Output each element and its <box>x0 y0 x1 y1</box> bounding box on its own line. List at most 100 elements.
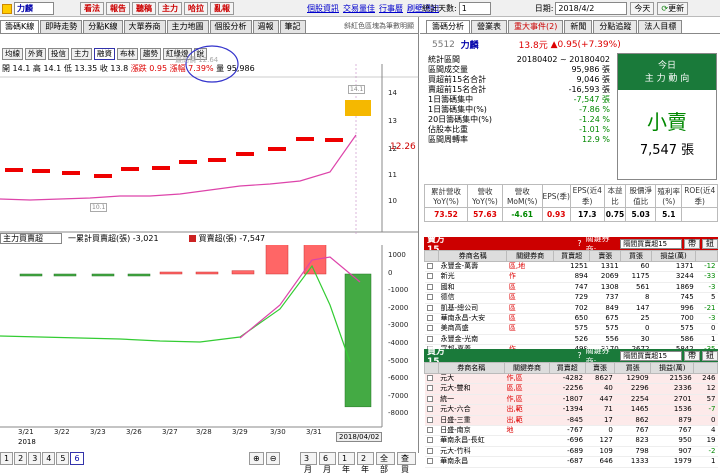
volume-tick-9: -8000 <box>388 409 409 418</box>
page-button-1[interactable]: 2 <box>14 452 28 465</box>
buy-nav-button[interactable]: 鈕 <box>702 350 718 361</box>
buy-row[interactable]: 華南永昌 -687 646 1333 1979 1 <box>424 456 718 468</box>
buy-row[interactable]: 元大-六合 出,範 -1394 71 1465 1536 -7 <box>424 404 718 416</box>
top-button-2[interactable]: 聽稿 <box>132 2 156 15</box>
range-button-3[interactable]: 2年 <box>357 452 374 474</box>
refresh-button[interactable]: ⟳更新 <box>657 2 689 15</box>
count-label: 統計天數: <box>422 4 457 13</box>
buy-filter-select[interactable]: 隔間買賣超15 <box>620 350 682 361</box>
top-toolbar: 力麟 看法 報告 聽稿 主力 哈拉 亂報 個股資訊 交易量佳 行事曆 刷壁通知 統計天數: 1 … <box>0 0 720 17</box>
buy-row[interactable]: 元大-雙和 區,區 -2256 40 2296 2336 12 <box>424 383 718 395</box>
tab-4[interactable]: 主力地圖 <box>166 20 209 33</box>
buy-row[interactable]: 華南永昌-長虹 -696 127 823 950 19 <box>424 435 718 447</box>
sell-checkbox[interactable] <box>426 294 433 301</box>
top-button-5[interactable]: 亂報 <box>210 2 234 15</box>
sell-row[interactable]: 新光作 894 2069 1175 3244 -33 <box>424 271 718 283</box>
buy-row[interactable]: 日盛-三重 出,範 -845 17 862 879 0 <box>424 415 718 427</box>
panel-tab-3[interactable]: 新聞 <box>564 20 593 33</box>
sell-row[interactable]: 永豐金-萬壽 區,地 1251 1311 60 1371 -12 <box>424 261 718 273</box>
sell-cell: 1308 <box>589 282 621 294</box>
sell-checkbox[interactable] <box>426 325 433 332</box>
date-picker[interactable]: 2018/4/2 <box>555 2 628 15</box>
buy-cell: 出,範 <box>504 415 550 427</box>
page-button-0[interactable]: 1 <box>0 452 14 465</box>
top-button-1[interactable]: 報告 <box>106 2 130 15</box>
top-button-3[interactable]: 主力 <box>158 2 182 15</box>
sell-checkbox[interactable] <box>426 283 433 290</box>
buy-checkbox[interactable] <box>426 416 433 423</box>
sell-row[interactable]: 永豐金-光南 526 556 30 586 1 <box>424 334 718 346</box>
buy-row[interactable]: 元大 作,區 -4282 8627 12909 21536 246 <box>424 373 718 385</box>
page-button-4[interactable]: 5 <box>56 452 70 465</box>
indicator-select[interactable]: 主力買賣超 <box>0 233 62 244</box>
top-button-4[interactable]: 哈拉 <box>184 2 208 15</box>
stock-selector[interactable]: 力麟 <box>2 2 54 15</box>
sell-help-icon[interactable]: ? <box>577 239 581 248</box>
tab-7[interactable]: 筆記 <box>279 20 306 33</box>
net-buy-chart <box>0 245 383 428</box>
buy-checkbox-cell <box>424 425 439 437</box>
panel-tab-4[interactable]: 分點追蹤 <box>593 20 638 33</box>
sell-row[interactable]: 美商高盛區 575 575 0 575 0 <box>424 323 718 335</box>
sell-nav-button[interactable]: 鈕 <box>702 238 718 249</box>
today-amount: 7,547 張 <box>639 143 695 158</box>
sell-checkbox[interactable] <box>426 335 433 342</box>
buy-checkbox[interactable] <box>426 385 433 392</box>
stock-name-field[interactable]: 力麟 <box>14 2 54 15</box>
panel-tab-0[interactable]: 籌碼分析 <box>426 20 470 33</box>
top-button-0[interactable]: 看法 <box>80 2 104 15</box>
top-link-0[interactable]: 個股資訊 <box>307 3 339 14</box>
buy-cell: 2336 <box>650 383 694 395</box>
count-select[interactable]: 1 <box>458 2 491 15</box>
buy-checkbox[interactable] <box>426 427 433 434</box>
sell-go-button[interactable]: 帶 <box>684 238 700 249</box>
buy-row[interactable]: 元大-竹科 -689 109 798 907 -2 <box>424 446 718 458</box>
zoom-in-icon[interactable]: ⊕ <box>249 452 264 465</box>
zoom-out-icon[interactable]: ⊖ <box>265 452 281 465</box>
range-button-2[interactable]: 1年 <box>338 452 355 474</box>
page-button-3[interactable]: 4 <box>42 452 56 465</box>
tab-2[interactable]: 分點K線 <box>83 20 123 33</box>
buy-row[interactable]: 日盛-南京地 -767 0 767 767 4 <box>424 425 718 437</box>
buy-checkbox[interactable] <box>426 458 433 465</box>
buy-checkbox[interactable] <box>426 437 433 444</box>
buy-checkbox[interactable] <box>426 406 433 413</box>
sell-checkbox[interactable] <box>426 263 433 269</box>
sell-row[interactable]: 華南永昌-大安區 650 675 25 700 -3 <box>424 313 718 325</box>
page-button-5[interactable]: 6 <box>70 452 84 465</box>
tab-6[interactable]: 週報 <box>252 20 279 33</box>
sell-row[interactable]: 德信區 729 737 8 745 5 <box>424 292 718 304</box>
sell-filter-select[interactable]: 隔間買賣超15 <box>620 238 682 249</box>
sell-checkbox-cell <box>424 323 439 335</box>
buy-checkbox[interactable] <box>426 375 433 381</box>
buy-cell: 0 <box>585 425 615 437</box>
buy-help-icon[interactable]: ? <box>577 351 581 360</box>
tab-0[interactable]: 籌碼K線 <box>0 20 40 33</box>
tab-1[interactable]: 即時走勢 <box>40 20 83 33</box>
range-button-4[interactable]: 全部 <box>376 452 395 474</box>
top-link-1[interactable]: 交易量佳 <box>343 3 375 14</box>
sell-broker-table: 券商名稱 關鍵券商 買賣超 賣張 買張 損益(萬) 永豐金-萬壽 區,地 1251 1311 60 1… <box>423 250 718 356</box>
range-button-1[interactable]: 6月 <box>319 452 336 474</box>
panel-tab-5[interactable]: 法人目標 <box>638 20 683 33</box>
panel-tab-2[interactable]: 重大事件(2) <box>508 20 564 33</box>
sell-checkbox[interactable] <box>426 315 433 322</box>
volume-tick-3: -2000 <box>388 303 409 312</box>
stat-row: 區間成交量 95,986 張 <box>426 65 612 75</box>
sell-row[interactable]: 凱基-總公司區 702 849 147 996 -21 <box>424 303 718 315</box>
top-link-2[interactable]: 行事曆 <box>379 3 403 14</box>
page-button-2[interactable]: 3 <box>28 452 42 465</box>
sell-row[interactable]: 國和區 747 1308 561 1869 -3 <box>424 282 718 294</box>
buy-row[interactable]: 統一 作,區 -1807 447 2254 2701 57 <box>424 394 718 406</box>
buy-cell: 246 <box>693 373 718 385</box>
panel-tab-1[interactable]: 營業表 <box>471 20 507 33</box>
tab-5[interactable]: 個股分析 <box>209 20 252 33</box>
today-button[interactable]: 今天 <box>630 2 655 15</box>
buy-checkbox[interactable] <box>426 395 433 402</box>
range-button-0[interactable]: 3月 <box>300 452 317 474</box>
sell-checkbox[interactable] <box>426 273 433 280</box>
tab-3[interactable]: 大單券商 <box>123 20 166 33</box>
range-button-5[interactable]: 查買 <box>397 452 416 474</box>
buy-go-button[interactable]: 帶 <box>684 350 700 361</box>
sell-checkbox[interactable] <box>426 304 433 311</box>
